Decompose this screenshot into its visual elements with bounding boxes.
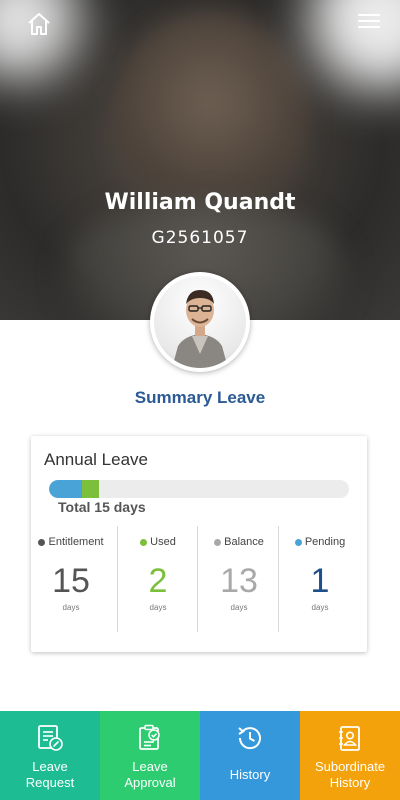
tab-leave-request[interactable]: Leave Request	[0, 711, 100, 800]
tab-leave-approval[interactable]: Leave Approval	[100, 711, 200, 800]
progress-used-segment	[49, 480, 82, 498]
stat-balance: Balance 13 days	[199, 526, 279, 632]
stat-label-entitlement: Entitlement	[31, 536, 111, 548]
leave-progress-bar	[49, 480, 349, 498]
dot-icon	[214, 538, 222, 546]
stat-value: 13	[220, 562, 258, 600]
stat-label-balance: Balance	[199, 536, 279, 548]
leave-stats: Entitlement 15 days Used 2 days Balance …	[31, 526, 367, 632]
person-photo-icon	[172, 290, 228, 368]
home-icon	[28, 13, 50, 35]
tab-label-text: Leave Approval	[124, 759, 176, 790]
leave-request-icon	[38, 725, 63, 751]
stat-label-text: Pending	[304, 536, 346, 548]
tab-label: Subordinate History	[300, 759, 400, 791]
stat-unit: days	[149, 603, 167, 612]
menu-line	[358, 26, 380, 28]
annual-leave-title: Annual Leave	[44, 450, 148, 469]
stat-value: 2	[148, 562, 168, 600]
menu-line	[358, 20, 380, 22]
stat-unit: days	[230, 603, 248, 612]
employee-id: G2561057	[151, 228, 249, 248]
subordinate-history-icon	[339, 726, 360, 751]
dot-icon	[38, 538, 46, 546]
avatar[interactable]	[150, 272, 250, 372]
stat-unit: days	[62, 603, 80, 612]
stat-entitlement: Entitlement 15 days	[31, 526, 111, 632]
stat-value: 1	[310, 562, 330, 600]
menu-button[interactable]	[358, 14, 380, 32]
stat-value: 15	[52, 562, 90, 600]
hero-fade-right	[310, 0, 400, 90]
avatar-photo	[154, 276, 246, 368]
tab-history[interactable]: History	[200, 711, 300, 800]
stat-label-text: Entitlement	[48, 536, 104, 548]
divider	[278, 526, 279, 632]
tab-label: History	[200, 767, 300, 783]
tab-subordinate-history[interactable]: Subordinate History	[300, 711, 400, 800]
leave-approval-icon	[139, 724, 160, 750]
tab-label-text: Leave Request	[25, 759, 75, 790]
stat-label-text: Balance	[224, 536, 264, 548]
stat-label-used: Used	[118, 536, 198, 548]
stat-label-text: Used	[150, 536, 176, 548]
hamburger-menu-icon	[358, 14, 380, 16]
annual-leave-card: Annual Leave Total 15 days Entitlement 1…	[31, 436, 367, 652]
progress-pending-segment	[82, 480, 99, 498]
tab-label: Leave Request	[0, 759, 100, 791]
employee-name: William Quandt	[104, 190, 296, 215]
stat-used: Used 2 days	[118, 526, 198, 632]
total-days-label: Total 15 days	[58, 499, 146, 515]
stat-label-pending: Pending	[280, 536, 360, 548]
dot-icon	[140, 538, 148, 546]
bottom-tab-bar: Leave Request Leave Approval History Sub…	[0, 711, 400, 800]
history-icon	[238, 727, 261, 750]
stat-unit: days	[311, 603, 329, 612]
tab-label-text: Subordinate History	[314, 759, 386, 790]
summary-leave-title: Summary Leave	[134, 388, 266, 407]
tab-label: Leave Approval	[100, 759, 200, 791]
dot-icon	[294, 538, 302, 546]
home-button[interactable]	[26, 12, 52, 36]
tab-label-text: History	[229, 767, 271, 782]
stat-pending: Pending 1 days	[280, 526, 360, 632]
divider	[197, 526, 198, 632]
